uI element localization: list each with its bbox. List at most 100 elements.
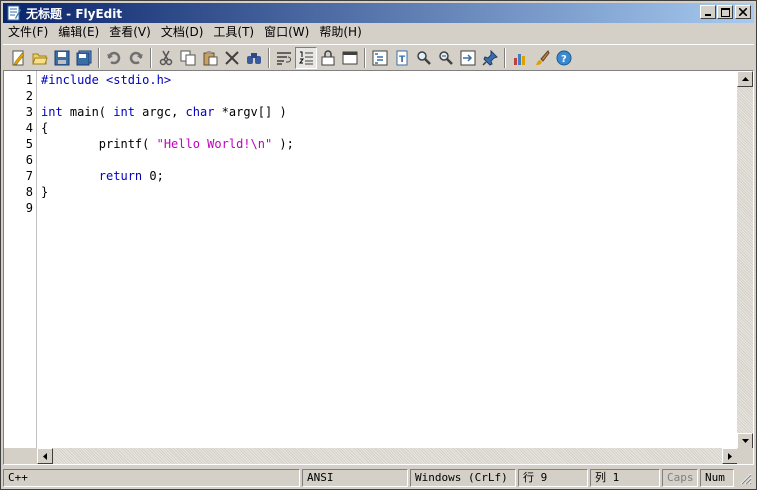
word-wrap-icon bbox=[277, 51, 291, 65]
line-number-gutter: 1 2 3 4 5 6 7 8 9 bbox=[4, 71, 37, 449]
pin-icon bbox=[482, 49, 498, 66]
outline-button[interactable] bbox=[369, 47, 391, 69]
menu-window[interactable]: 窗口(W) bbox=[259, 23, 314, 42]
svg-text:?: ? bbox=[561, 54, 567, 65]
maximize-button[interactable] bbox=[717, 5, 733, 19]
line-number: 7 bbox=[25, 169, 33, 183]
fullscreen-button[interactable] bbox=[339, 47, 361, 69]
redo-button[interactable] bbox=[125, 47, 147, 69]
code-token: 0; bbox=[142, 169, 164, 183]
document-button[interactable]: T bbox=[391, 47, 413, 69]
menu-view[interactable]: 查看(V) bbox=[104, 23, 156, 42]
zoom-out-icon bbox=[439, 50, 453, 65]
window-controls bbox=[699, 5, 751, 19]
code-line: return 0; bbox=[41, 168, 164, 184]
scroll-down-button[interactable] bbox=[737, 433, 753, 449]
paste-icon bbox=[203, 50, 218, 65]
menu-file[interactable]: 文件(F) bbox=[3, 23, 53, 42]
title-bar[interactable]: 无标题 - FlyEdit bbox=[3, 3, 754, 23]
svg-text:T: T bbox=[399, 55, 406, 65]
save-all-button[interactable] bbox=[73, 47, 95, 69]
arrow-left-icon bbox=[43, 452, 47, 460]
menu-edit[interactable]: 编辑(E) bbox=[53, 23, 104, 42]
goto-button[interactable] bbox=[457, 47, 479, 69]
chart-button[interactable] bbox=[509, 47, 531, 69]
gutter-corner bbox=[4, 448, 37, 464]
code-line: { bbox=[41, 120, 48, 136]
paste-button[interactable] bbox=[199, 47, 221, 69]
status-num: Num bbox=[700, 469, 734, 487]
document-icon: T bbox=[396, 50, 408, 65]
new-file-icon bbox=[12, 50, 25, 65]
save-button[interactable] bbox=[51, 47, 73, 69]
minimize-icon bbox=[705, 14, 711, 16]
app-icon bbox=[7, 5, 21, 21]
line-number: 4 bbox=[25, 121, 33, 135]
code-line: int main( int argc, char *argv[] ) bbox=[41, 104, 287, 120]
keyword-token: char bbox=[185, 105, 215, 119]
scroll-left-button[interactable] bbox=[37, 448, 53, 464]
brush-icon bbox=[536, 49, 550, 65]
status-encoding[interactable]: ANSI bbox=[302, 469, 408, 487]
status-caps: Caps bbox=[662, 469, 698, 487]
arrow-up-icon bbox=[741, 77, 749, 81]
find-button[interactable] bbox=[243, 47, 265, 69]
scroll-corner bbox=[737, 448, 753, 464]
menu-help[interactable]: 帮助(H) bbox=[314, 23, 366, 42]
save-icon bbox=[54, 50, 70, 65]
resize-grip-icon[interactable] bbox=[738, 471, 752, 485]
brush-button[interactable] bbox=[531, 47, 553, 69]
code-token: *argv[] ) bbox=[214, 105, 287, 119]
code-token: { bbox=[41, 121, 49, 135]
copy-icon bbox=[180, 50, 196, 65]
lock-button[interactable] bbox=[317, 47, 339, 69]
toolbar-separator bbox=[504, 47, 506, 68]
code-token: ); bbox=[272, 137, 294, 151]
new-file-button[interactable] bbox=[7, 47, 29, 69]
redo-icon bbox=[129, 51, 143, 64]
word-wrap-button[interactable] bbox=[273, 47, 295, 69]
cut-icon bbox=[159, 50, 173, 65]
status-line: 行 9 bbox=[518, 469, 588, 487]
code-token: main( bbox=[62, 105, 114, 119]
line-numbers-button[interactable] bbox=[295, 46, 317, 69]
code-token: argc, bbox=[134, 105, 186, 119]
line-number: 1 bbox=[25, 73, 33, 87]
arrow-right-icon bbox=[728, 452, 732, 460]
code-area[interactable]: #include <stdio.h> int main( int argc, ch… bbox=[41, 71, 738, 449]
save-all-icon bbox=[76, 50, 92, 65]
pin-button[interactable] bbox=[479, 47, 501, 69]
zoom-in-button[interactable] bbox=[413, 47, 435, 69]
undo-button[interactable] bbox=[103, 47, 125, 69]
copy-button[interactable] bbox=[177, 47, 199, 69]
open-folder-button[interactable] bbox=[29, 47, 51, 69]
scroll-right-button[interactable] bbox=[722, 448, 738, 464]
delete-icon bbox=[225, 50, 239, 65]
scroll-up-button[interactable] bbox=[737, 71, 753, 87]
horizontal-scrollbar[interactable] bbox=[37, 448, 738, 464]
help-button[interactable]: ? bbox=[553, 47, 575, 69]
code-line: } bbox=[41, 184, 48, 200]
code-line: printf( "Hello World!\n" ); bbox=[41, 136, 294, 152]
line-number: 9 bbox=[25, 201, 33, 215]
line-number: 6 bbox=[25, 153, 33, 167]
vertical-scrollbar[interactable] bbox=[737, 71, 753, 449]
toolbar-separator bbox=[150, 47, 152, 68]
line-number: 5 bbox=[25, 137, 33, 151]
keyword-token: int bbox=[113, 105, 135, 119]
cut-button[interactable] bbox=[155, 47, 177, 69]
zoom-out-button[interactable] bbox=[435, 47, 457, 69]
status-language[interactable]: C++ bbox=[3, 469, 300, 487]
status-line-ending[interactable]: Windows (CrLf) bbox=[410, 469, 516, 487]
keyword-token: int bbox=[41, 105, 63, 119]
maximize-icon bbox=[720, 7, 730, 17]
delete-button[interactable] bbox=[221, 47, 243, 69]
menu-document[interactable]: 文档(D) bbox=[156, 23, 209, 42]
minimize-button[interactable] bbox=[700, 5, 716, 19]
fullscreen-icon bbox=[342, 51, 358, 64]
code-editor[interactable]: 1 2 3 4 5 6 7 8 9 #include <stdio.h> int main( in… bbox=[3, 70, 754, 465]
close-button[interactable] bbox=[735, 5, 751, 19]
menu-tools[interactable]: 工具(T) bbox=[208, 23, 259, 42]
code-token: } bbox=[41, 185, 49, 199]
